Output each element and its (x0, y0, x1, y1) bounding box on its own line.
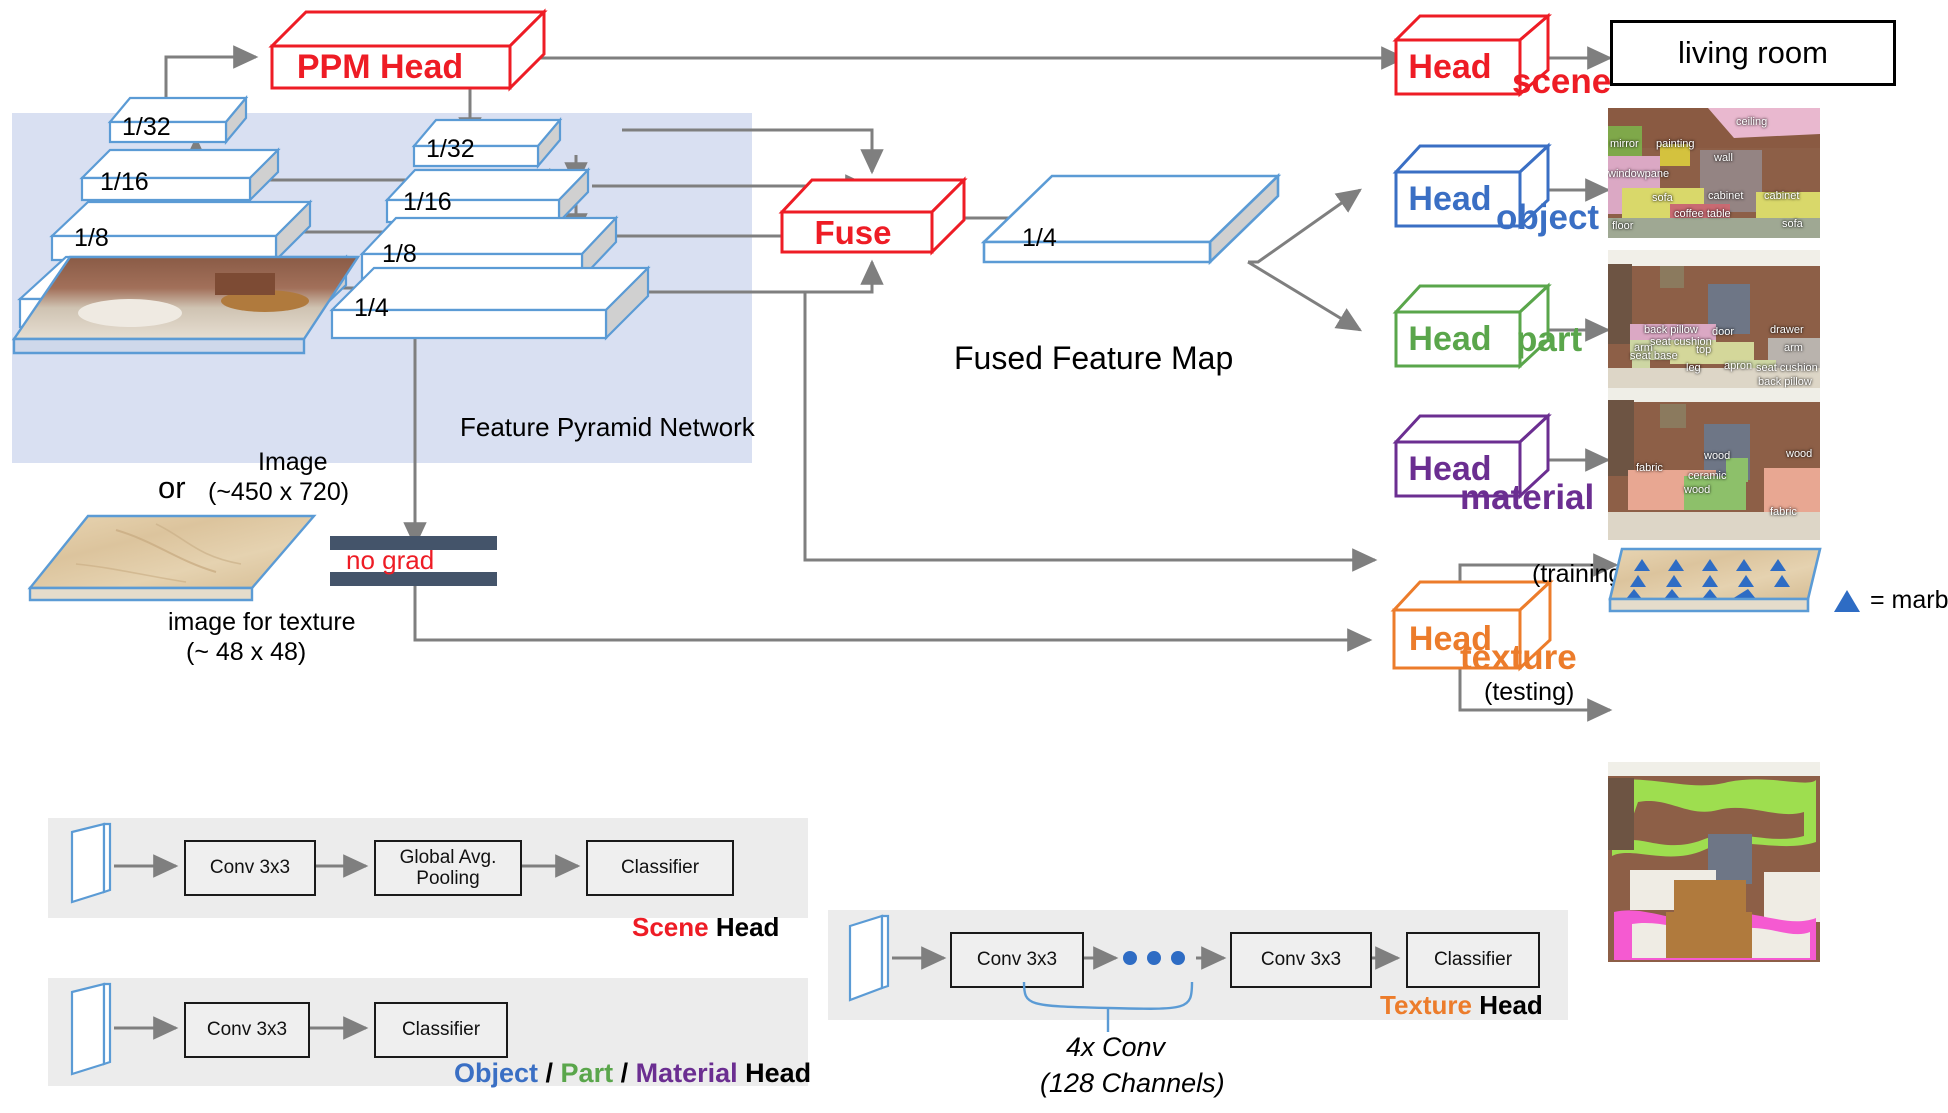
segmentation-label: apron (1724, 360, 1753, 372)
segmentation-label: leg (1686, 362, 1701, 374)
ppm-head-label: PPM Head (296, 48, 464, 86)
segmentation-label: drawer (1770, 324, 1804, 336)
texture-segmentation-image (1608, 762, 1820, 962)
marbled-legend-text: = marbled (1870, 586, 1948, 614)
material-segmentation-image: wood wood fabric ceramic wood fabric (1608, 388, 1820, 540)
legend-title-part-5: Head (737, 1058, 812, 1088)
legend-title-plain: Head (708, 912, 780, 942)
segmentation-label: back pillow (1644, 324, 1698, 336)
segmentation-label: windowpane (1608, 168, 1670, 180)
segmentation-label: mirror (1610, 138, 1639, 150)
legend-object-part-material-head: Conv 3x3 Classifier Object / Part / Mate… (48, 978, 811, 1089)
segmentation-label: door (1712, 326, 1735, 338)
segmentation-label: painting (1656, 138, 1695, 150)
segmentation-label: wall (1714, 152, 1733, 164)
legend-title-part-4: Material (635, 1058, 738, 1088)
legend-block-gap-text: Global Avg. Pooling (399, 846, 497, 889)
brace-label-line1: 4x Conv (1066, 1032, 1166, 1062)
segmentation-label: seat cushion (1756, 362, 1818, 374)
segmentation-label: fabric (1636, 462, 1663, 474)
no-grad-label: no grad (346, 545, 435, 575)
ppm-head-cube[interactable]: PPM Head (268, 8, 548, 98)
input-image-slab (10, 253, 362, 363)
legend-block-conv: Conv 3x3 (184, 840, 316, 896)
segmentation-label: coffee table (1674, 208, 1731, 220)
segmentation-label: cabinet (1708, 190, 1744, 202)
head-label-part: Head (1408, 320, 1492, 358)
legend-block-conv: Conv 3x3 (184, 1002, 310, 1058)
segmentation-label: ceiling (1736, 116, 1768, 128)
legend-block-gap: Global Avg. Pooling (374, 840, 522, 896)
marbled-triangle-icon (1834, 589, 1860, 612)
legend-title-part-1: / (538, 1058, 561, 1088)
backbone-scale-label: 1/8 (74, 224, 109, 252)
segmentation-label: sofa (1782, 218, 1803, 230)
object-segmentation-image: ceiling mirror painting wall windowpane … (1608, 108, 1820, 238)
segmentation-label: top (1696, 344, 1712, 356)
texture-caption-line2: (~ 48 x 48) (186, 638, 307, 666)
segmentation-label: ceramic (1688, 470, 1727, 482)
testing-label: (testing) (1484, 678, 1575, 706)
part-segmentation-image: back pillow door drawer arm seat cushion… (1608, 250, 1820, 392)
texture-caption-line1: image for texture (168, 608, 356, 636)
fpn-scale-label: 1/8 (382, 240, 417, 268)
fused-feature-map-caption: Fused Feature Map (954, 340, 1234, 376)
or-label: or (158, 470, 186, 505)
conv-brace (1022, 981, 1194, 1032)
segmentation-label: wood (1704, 450, 1731, 462)
segmentation-label: sofa (1652, 192, 1673, 204)
fused-feature-map: 1/4 (980, 172, 1282, 268)
training-texture-patch (1608, 545, 1822, 617)
segmentation-label: cabinet (1764, 190, 1800, 202)
backbone-slab-1-32: 1/32 (107, 94, 249, 146)
fuse-cube[interactable]: Fuse (778, 176, 968, 263)
legend-title-colored: Scene (632, 912, 709, 942)
image-caption-line2: (~450 x 720) (208, 478, 350, 506)
legend-block-classifier: Classifier (374, 1002, 508, 1058)
task-label-scene: scene (1512, 62, 1612, 101)
segmentation-label: arm (1784, 342, 1803, 354)
legend-title-part-3: / (613, 1058, 636, 1088)
scene-prediction-box: living room (1610, 20, 1896, 86)
fuse-label: Fuse (814, 214, 892, 251)
task-label-part: part (1516, 320, 1583, 359)
legend-title-object-part-material: Object / Part / Material Head (454, 1058, 811, 1089)
texture-input-slab (26, 512, 317, 604)
backbone-scale-label: 1/16 (100, 168, 149, 196)
fpn-scale-label: 1/32 (426, 135, 475, 163)
segmentation-label: fabric (1770, 506, 1797, 518)
scene-prediction-text: living room (1678, 35, 1828, 70)
segmentation-label: seat base (1630, 350, 1678, 362)
fpn-slab-1-4: 1/4 (329, 265, 651, 344)
image-caption-line1: Image (258, 448, 328, 476)
backbone-scale-label: 1/32 (122, 113, 171, 141)
fpn-scale-label: 1/16 (403, 188, 452, 216)
fpn-slab-1-32: 1/32 (411, 116, 563, 170)
legend-title-part-2: Part (560, 1058, 614, 1088)
task-label-texture: texture (1460, 638, 1577, 677)
segmentation-label: floor (1612, 220, 1634, 232)
head-label-scene: Head (1408, 48, 1492, 86)
legend-title-part-0: Object (454, 1058, 539, 1088)
task-label-material: material (1460, 478, 1595, 517)
legend-block-classifier: Classifier (586, 840, 734, 896)
segmentation-label: back pillow (1758, 376, 1812, 388)
backbone-slab-1-16: 1/16 (79, 147, 281, 204)
fused-map-scale-label: 1/4 (1022, 224, 1057, 252)
legend-scene-head: Conv 3x3 Global Avg. Pooling Classifier (48, 818, 808, 918)
fpn-region-label: Feature Pyramid Network (460, 412, 755, 442)
segmentation-label: wood (1786, 448, 1813, 460)
legend-title-scene-head: Scene Head (632, 912, 779, 943)
segmentation-label: wood (1684, 484, 1711, 496)
fpn-scale-label: 1/4 (354, 294, 389, 322)
task-label-object: object (1496, 198, 1600, 237)
marbled-legend: = marbled (1832, 586, 1948, 615)
brace-label-line2: (128 Channels) (1040, 1068, 1225, 1098)
